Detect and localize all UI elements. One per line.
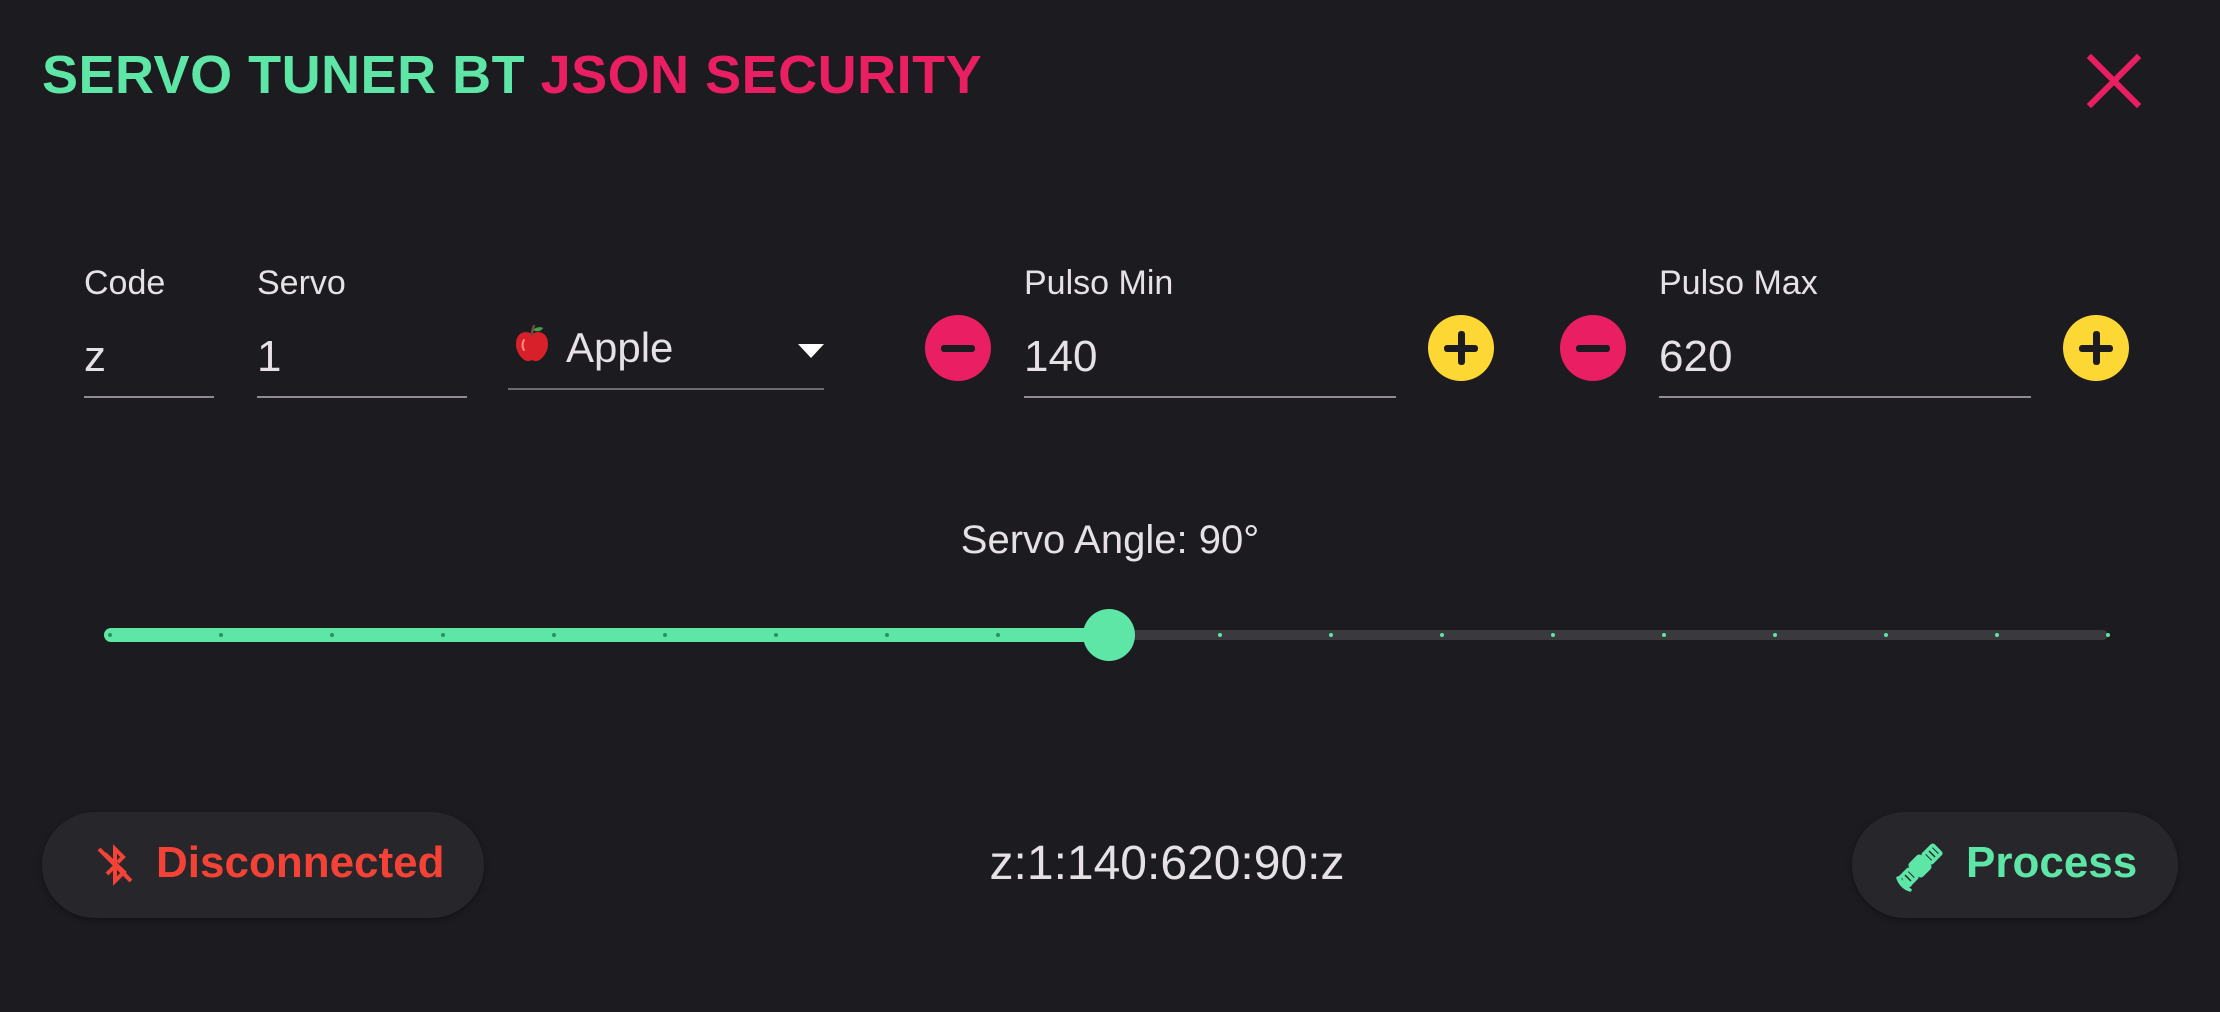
pulse-min-field[interactable]: 140 xyxy=(1024,328,1396,398)
plus-icon xyxy=(2093,331,2100,365)
slider-tick-mark xyxy=(552,633,556,637)
slider-tick-mark xyxy=(1773,633,1777,637)
slider-tick-mark xyxy=(1440,633,1444,637)
fruit-selected-value: Apple xyxy=(566,324,674,371)
title-part-1: SERVO TUNER BT xyxy=(42,45,526,105)
slider-tick-mark xyxy=(1662,633,1666,637)
pulse-max-increase-button[interactable] xyxy=(2063,315,2129,381)
close-button[interactable] xyxy=(2085,52,2143,110)
command-string: z:1:140:620:90:z xyxy=(989,837,1345,890)
code-label: Code xyxy=(84,264,166,302)
code-value: z xyxy=(84,332,106,381)
slider-tick-mark xyxy=(996,633,1000,637)
servo-tuner-screen: SERVO TUNER BT JSON SECURITY Code z Serv… xyxy=(0,0,2220,1012)
slider-tick-mark xyxy=(1884,633,1888,637)
process-label: Process xyxy=(1966,838,2138,887)
apple-icon xyxy=(516,324,548,362)
slider-tick-mark xyxy=(1329,633,1333,637)
close-icon xyxy=(2086,53,2142,109)
chevron-down-icon xyxy=(798,344,824,358)
app-title: SERVO TUNER BT JSON SECURITY xyxy=(42,44,982,106)
servo-field[interactable]: 1 xyxy=(257,328,467,398)
slider-thumb[interactable] xyxy=(1083,609,1135,661)
plus-icon xyxy=(1458,331,1465,365)
process-button[interactable]: Process xyxy=(1852,812,2178,918)
pulse-min-value: 140 xyxy=(1024,332,1098,381)
slider-tick-mark xyxy=(2106,633,2110,637)
slider-tick-mark xyxy=(108,633,112,637)
code-field[interactable]: z xyxy=(84,328,214,398)
minus-icon xyxy=(941,345,975,352)
connection-status-button[interactable]: Disconnected xyxy=(42,812,484,918)
slider-tick-mark xyxy=(663,633,667,637)
title-part-2: JSON SECURITY xyxy=(540,45,983,105)
pulse-max-label: Pulso Max xyxy=(1659,264,1818,302)
slider-tick-mark xyxy=(885,633,889,637)
servo-angle-label: Servo Angle: 90° xyxy=(960,518,1260,562)
slider-tick-mark xyxy=(774,633,778,637)
minus-icon xyxy=(1576,345,1610,352)
slider-tick-mark xyxy=(1995,633,1999,637)
bluetooth-disabled-icon xyxy=(97,844,133,886)
servo-value: 1 xyxy=(257,332,282,381)
slider-tick-mark xyxy=(1218,633,1222,637)
slider-tick-mark xyxy=(330,633,334,637)
servo-label: Servo xyxy=(257,264,346,302)
pulse-max-value: 620 xyxy=(1659,332,1733,381)
pulse-min-label: Pulso Min xyxy=(1024,264,1174,302)
pulse-max-decrease-button[interactable] xyxy=(1560,315,1626,381)
pulse-min-increase-button[interactable] xyxy=(1428,315,1494,381)
fruit-dropdown[interactable]: Apple xyxy=(508,318,824,390)
slider-tick-mark xyxy=(1551,633,1555,637)
pulse-min-decrease-button[interactable] xyxy=(925,315,991,381)
slider-track-active xyxy=(104,628,1109,642)
connection-status-label: Disconnected xyxy=(156,838,445,887)
slider-tick-mark xyxy=(441,633,445,637)
pulse-max-field[interactable]: 620 xyxy=(1659,328,2031,398)
slider-tick-mark xyxy=(219,633,223,637)
servo-angle-slider[interactable] xyxy=(104,609,2114,661)
satellite-icon xyxy=(1896,843,1943,892)
